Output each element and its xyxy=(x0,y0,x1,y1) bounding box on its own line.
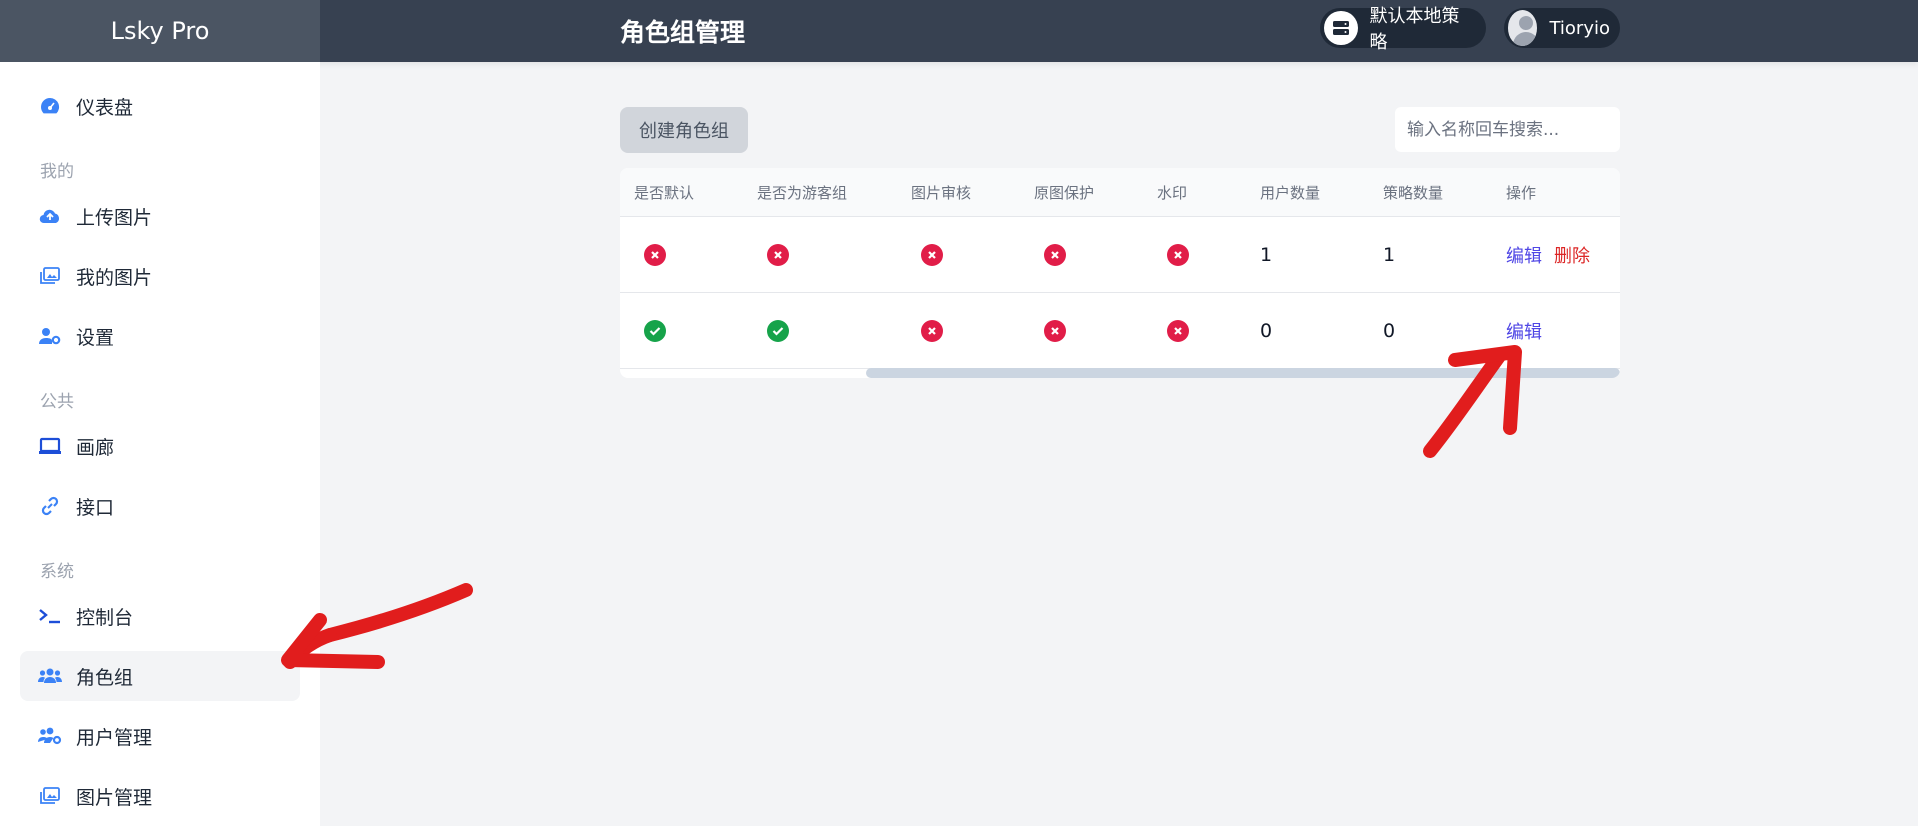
table-header: 是否默认 是否为游客组 图片审核 原图保护 水印 用户数量 策略数量 操作 xyxy=(620,168,1620,217)
sidebar-item-label: 画廊 xyxy=(76,436,115,459)
table-row: 0 0 编辑 xyxy=(620,293,1620,369)
user-menu[interactable]: Tioryio xyxy=(1504,8,1620,48)
column-header: 策略数量 xyxy=(1383,184,1444,202)
horizontal-scrollbar[interactable] xyxy=(866,368,1620,378)
delete-link[interactable]: 删除 xyxy=(1554,242,1590,268)
sidebar-item-label: 接口 xyxy=(76,496,115,519)
x-circle-icon xyxy=(767,244,789,266)
cloud-upload-icon xyxy=(38,204,62,228)
sidebar-item-console[interactable]: 控制台 xyxy=(20,591,300,641)
column-header: 是否为游客组 xyxy=(757,184,848,202)
sidebar-item-settings[interactable]: 设置 xyxy=(20,311,300,361)
edit-link[interactable]: 编辑 xyxy=(1506,242,1542,268)
section-mine: 我的 xyxy=(40,162,74,182)
column-header: 用户数量 xyxy=(1260,184,1321,202)
user-name: Tioryio xyxy=(1549,17,1610,39)
x-circle-icon xyxy=(1167,244,1189,266)
column-header: 是否默认 xyxy=(634,184,695,202)
column-header: 水印 xyxy=(1157,184,1188,202)
strategy-count: 0 xyxy=(1383,320,1396,342)
create-group-button[interactable]: 创建角色组 xyxy=(620,107,748,153)
sidebar-item-label: 用户管理 xyxy=(76,726,153,749)
server-icon xyxy=(1324,11,1358,45)
check-circle-icon xyxy=(644,320,666,342)
sidebar-item-label: 图片管理 xyxy=(76,786,153,809)
sidebar-item-gallery[interactable]: 画廊 xyxy=(20,421,300,471)
x-circle-icon xyxy=(1167,320,1189,342)
search-input[interactable] xyxy=(1395,107,1620,152)
strategy-count: 1 xyxy=(1383,244,1396,266)
sidebar-item-images[interactable]: 图片管理 xyxy=(20,771,300,821)
sidebar-item-groups[interactable]: 角色组 xyxy=(20,651,300,701)
x-circle-icon xyxy=(921,244,943,266)
sidebar: 仪表盘 我的 上传图片 我的图片 设置 公共 画廊 接口 系统 控制台 角色组 … xyxy=(0,62,320,826)
sidebar-item-label: 设置 xyxy=(76,326,115,349)
column-header: 原图保护 xyxy=(1034,184,1095,202)
dashboard-icon xyxy=(38,94,62,118)
check-circle-icon xyxy=(767,320,789,342)
x-circle-icon xyxy=(1044,244,1066,266)
sidebar-item-dashboard[interactable]: 仪表盘 xyxy=(20,81,300,131)
column-header: 操作 xyxy=(1506,184,1537,202)
sidebar-item-api[interactable]: 接口 xyxy=(20,481,300,531)
section-system: 系统 xyxy=(40,562,74,582)
avatar xyxy=(1508,10,1538,46)
terminal-icon xyxy=(38,604,62,628)
sidebar-item-label: 我的图片 xyxy=(76,266,153,289)
brand-logo[interactable]: Lsky Pro xyxy=(0,0,320,62)
link-icon xyxy=(38,494,62,518)
sidebar-item-upload[interactable]: 上传图片 xyxy=(20,191,300,241)
section-public: 公共 xyxy=(40,392,74,412)
user-count: 1 xyxy=(1260,244,1273,266)
sidebar-item-label: 仪表盘 xyxy=(76,96,134,119)
sidebar-item-label: 上传图片 xyxy=(76,206,153,229)
page-title: 角色组管理 xyxy=(620,18,746,47)
users-cog-icon xyxy=(38,724,62,748)
strategy-selector[interactable]: 默认本地策略 xyxy=(1320,6,1486,53)
table-row: 1 1 编辑 删除 xyxy=(620,217,1620,293)
x-circle-icon xyxy=(921,320,943,342)
sidebar-item-label: 控制台 xyxy=(76,606,134,629)
edit-link[interactable]: 编辑 xyxy=(1506,318,1542,344)
images-icon xyxy=(38,264,62,288)
sidebar-item-my-images[interactable]: 我的图片 xyxy=(20,251,300,301)
sidebar-item-label: 角色组 xyxy=(76,666,134,689)
user-cog-icon xyxy=(38,324,62,348)
strategy-label: 默认本地策略 xyxy=(1369,6,1460,53)
monitor-icon xyxy=(38,434,62,458)
x-circle-icon xyxy=(1044,320,1066,342)
users-icon xyxy=(38,664,62,688)
images-icon xyxy=(38,784,62,808)
top-bar: Lsky Pro 角色组管理 默认本地策略 Tioryio xyxy=(0,0,1918,62)
groups-table: 是否默认 是否为游客组 图片审核 原图保护 水印 用户数量 策略数量 操作 1 … xyxy=(620,168,1620,378)
x-circle-icon xyxy=(644,244,666,266)
sidebar-item-users[interactable]: 用户管理 xyxy=(20,711,300,761)
user-count: 0 xyxy=(1260,320,1273,342)
column-header: 图片审核 xyxy=(911,184,972,202)
